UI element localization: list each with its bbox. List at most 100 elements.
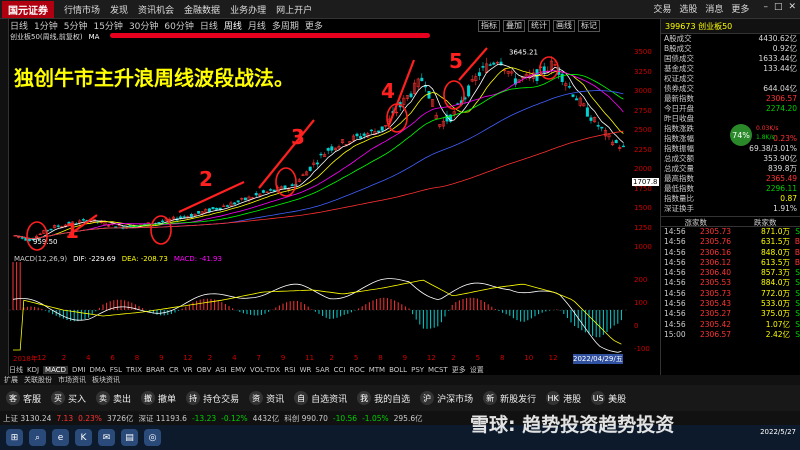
indicator-tab[interactable]: BOLL — [389, 366, 407, 374]
tool-indicator[interactable]: 指标 — [478, 19, 500, 32]
indicator-tab[interactable]: PSY — [411, 366, 424, 374]
indicator-tab[interactable]: RSI — [284, 366, 295, 374]
indicator-tab[interactable]: MTM — [369, 366, 385, 374]
indicator-tab[interactable]: TRIX — [126, 366, 142, 374]
action-label: 买入 — [68, 394, 87, 405]
action-button[interactable]: HK 港股 — [546, 391, 581, 405]
period-month[interactable]: 月线 — [248, 19, 266, 32]
indicator-tab[interactable]: WR — [300, 366, 312, 374]
action-button[interactable]: 卖卖出 — [96, 391, 131, 405]
indicator-tab[interactable]: VR — [183, 366, 193, 374]
maximize-icon[interactable]: □ — [774, 2, 783, 15]
menu-trade[interactable]: 交易 — [653, 2, 671, 15]
browser-icon[interactable]: e — [52, 429, 69, 446]
menu-item-business[interactable]: 业务办理 — [230, 3, 266, 16]
action-button[interactable]: 持持仓交易 — [186, 391, 239, 405]
indicator-tab[interactable]: OBV — [196, 366, 211, 374]
period-week[interactable]: 周线 — [224, 19, 242, 32]
indicator-tab[interactable]: MACD — [43, 366, 69, 374]
action-button[interactable]: 客客服 — [6, 391, 41, 405]
indicator-tab[interactable]: DMA — [90, 366, 106, 374]
action-button[interactable]: 我我的自选 — [357, 391, 410, 405]
indicator-tab[interactable]: CCI — [334, 366, 346, 374]
indicator-tab[interactable]: BRAR — [146, 366, 165, 374]
tab-related[interactable]: 关联股份 — [24, 375, 52, 385]
menu-stock-picker[interactable]: 选股 — [679, 2, 697, 15]
trading-app-icon[interactable]: ◎ — [144, 429, 161, 446]
quote-row: 权证成交 — [661, 74, 800, 84]
period-multi[interactable]: 多周期 — [272, 19, 299, 32]
period-day[interactable]: 日线 — [200, 19, 218, 32]
indicator-tab[interactable]: EMV — [231, 366, 246, 374]
menu-more[interactable]: 更多 — [731, 2, 749, 15]
close-icon[interactable]: ✕ — [788, 2, 796, 15]
menu-messages[interactable]: 消息 — [705, 2, 723, 15]
indicator-tab[interactable]: 设置 — [470, 365, 484, 375]
indicator-tab[interactable]: ASI — [215, 366, 226, 374]
tick-row: 15:00 2306.57 2.42亿 S — [661, 330, 800, 340]
tick-time: 14:56 — [664, 257, 686, 267]
quote-value: 4430.62亿 — [758, 34, 797, 43]
tab-extend[interactable]: 扩展 — [4, 375, 18, 385]
candle-body — [261, 190, 265, 193]
indicator-tab[interactable]: DMI — [72, 366, 86, 374]
folder-icon[interactable]: ▤ — [121, 429, 138, 446]
indicator-tab[interactable]: SAR — [315, 366, 329, 374]
action-button[interactable]: US 美股 — [591, 391, 626, 405]
status-item: 科创 990.70 — [284, 413, 328, 423]
tab-sector-news[interactable]: 板块资讯 — [92, 375, 120, 385]
menu-item-discover[interactable]: 发现 — [110, 3, 128, 16]
tool-overlay[interactable]: 叠加 — [503, 19, 525, 32]
action-label: 客服 — [23, 394, 42, 405]
app-logo[interactable]: 国元证券 — [2, 0, 54, 18]
indicator-tab[interactable]: MCST — [428, 366, 448, 374]
action-button[interactable]: 自自选资讯 — [294, 391, 347, 405]
app-icon[interactable]: K — [75, 429, 92, 446]
action-button[interactable]: 买买入 — [51, 391, 86, 405]
menu-item-market[interactable]: 行情市场 — [64, 3, 100, 16]
windows-start-icon[interactable]: ⊞ — [6, 429, 23, 446]
tool-mark[interactable]: 标记 — [578, 19, 600, 32]
minimize-icon[interactable]: – — [763, 2, 768, 15]
indicator-tab[interactable]: KDJ — [27, 366, 39, 374]
menu-item-open-account[interactable]: 网上开户 — [276, 3, 312, 16]
indicator-tab[interactable]: CR — [169, 366, 179, 374]
tick-list[interactable]: 14:56 2305.73 871.0万 S 14:56 2305.76 631.5万 B 14… — [661, 227, 800, 340]
search-icon[interactable]: ⌕ — [29, 429, 46, 446]
indicator-tab[interactable]: VOL-TDX — [250, 366, 280, 374]
period-30min[interactable]: 30分钟 — [129, 19, 158, 32]
tool-draw[interactable]: 画线 — [553, 19, 575, 32]
action-button[interactable]: 沪沪深市场 — [420, 391, 473, 405]
chat-icon[interactable]: ✉ — [98, 429, 115, 446]
action-button[interactable]: 新新股发行 — [483, 391, 536, 405]
candle-body — [20, 237, 24, 239]
tick-time: 15:00 — [664, 329, 686, 339]
tick-price: 2305.42 — [700, 319, 732, 329]
candle-body — [614, 140, 618, 144]
action-button[interactable]: 资资讯 — [249, 391, 284, 405]
tab-market-news[interactable]: 市场资讯 — [58, 375, 86, 385]
period-60min[interactable]: 60分钟 — [164, 19, 193, 32]
menu-item-news[interactable]: 资讯机会 — [138, 3, 174, 16]
action-button[interactable]: 撤撤单 — [141, 391, 176, 405]
quote-row: B股成交 0.92亿 — [661, 44, 800, 54]
speed-badge[interactable]: 74% — [730, 124, 752, 146]
indicator-tab[interactable]: ROC — [349, 366, 364, 374]
period-15min[interactable]: 15分钟 — [93, 19, 122, 32]
period-5min[interactable]: 5分钟 — [64, 19, 88, 32]
tick-volume: 857.3万 — [761, 268, 790, 278]
indicator-tab[interactable]: 更多 — [452, 365, 466, 375]
wave-circle — [150, 215, 172, 245]
period-daily[interactable]: 日线 — [10, 19, 28, 32]
period-1min[interactable]: 1分钟 — [34, 19, 58, 32]
quote-value: 2274.20 — [765, 104, 797, 113]
macd-chart[interactable] — [9, 262, 629, 354]
quote-key: 深证换手 — [664, 204, 694, 213]
indicator-tab[interactable]: 日线 — [9, 365, 23, 375]
indicator-tab[interactable]: FSL — [110, 366, 122, 374]
period-more[interactable]: 更多 — [305, 19, 323, 32]
logo-text: 国元证券 — [8, 5, 48, 17]
tool-stats[interactable]: 统计 — [528, 19, 550, 32]
left-nav-strip[interactable] — [0, 19, 9, 375]
menu-item-finance-data[interactable]: 金融数据 — [184, 3, 220, 16]
